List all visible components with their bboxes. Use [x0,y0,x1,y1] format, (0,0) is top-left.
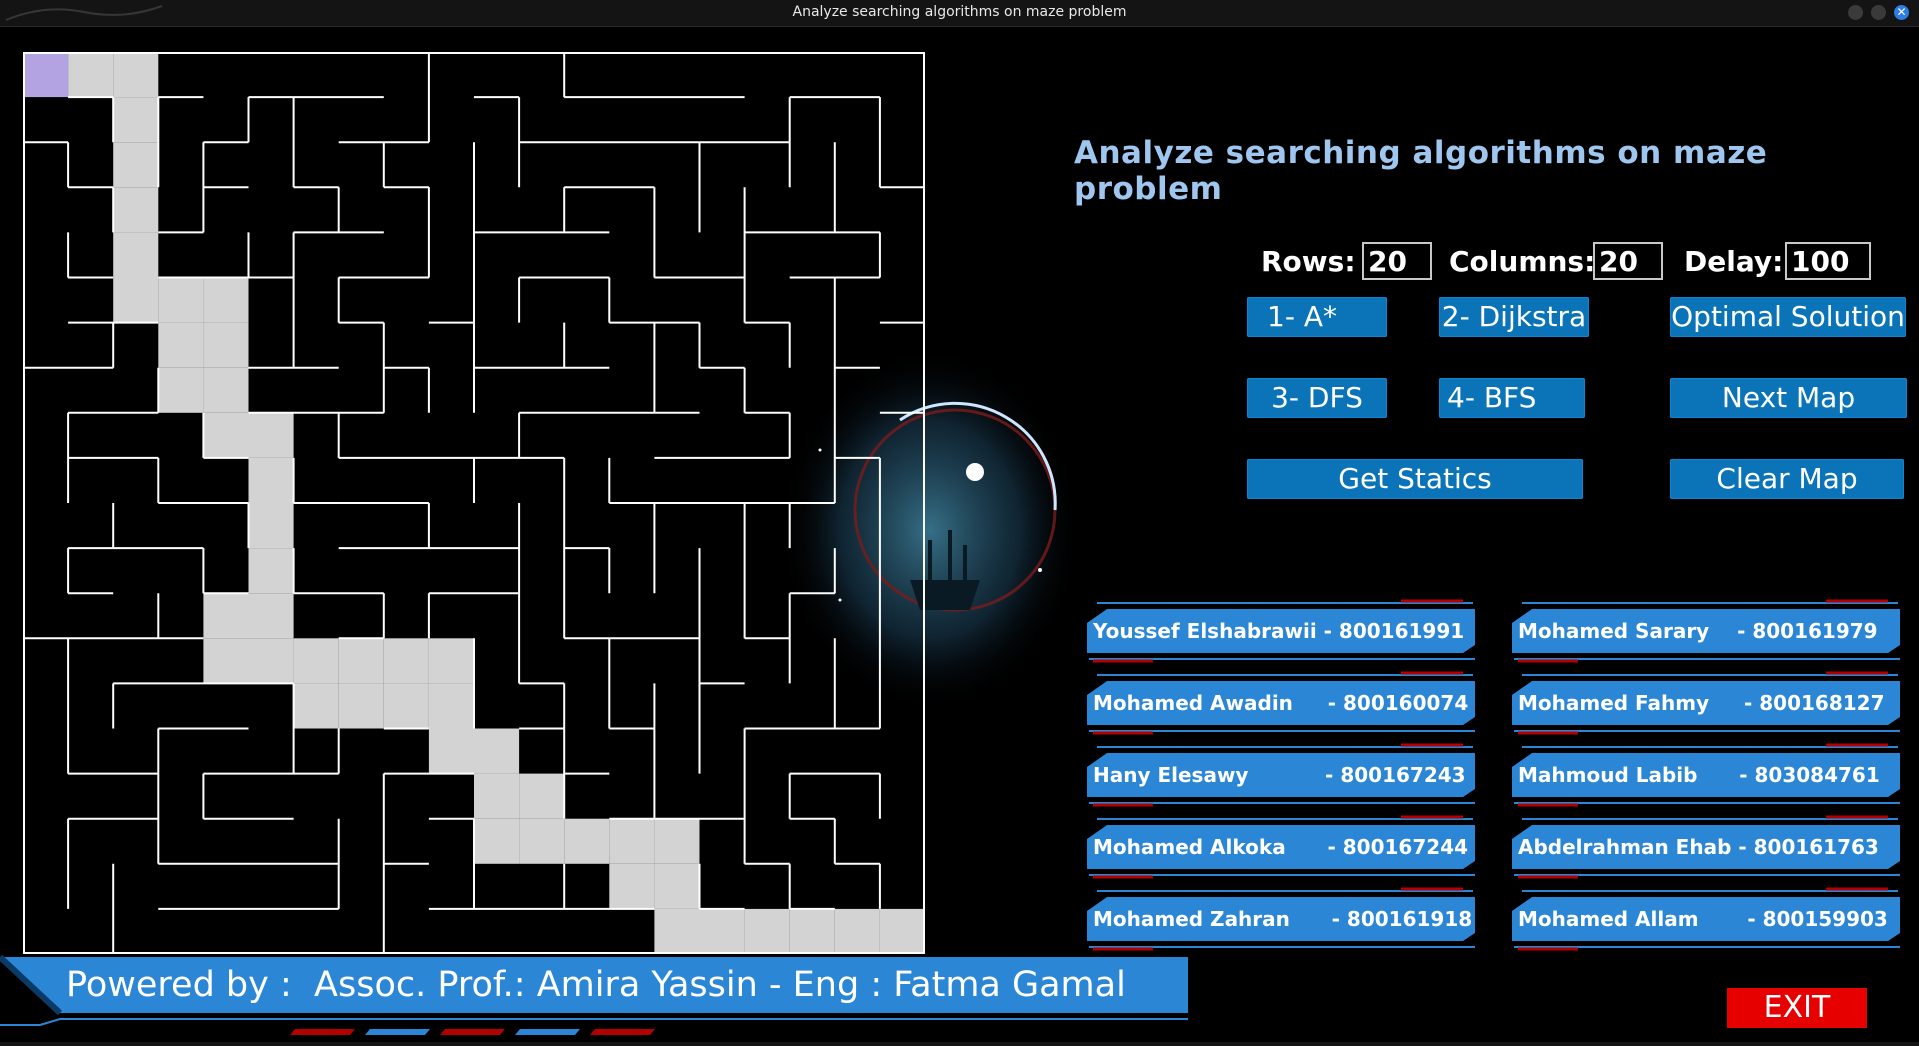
maze-path-cell [474,773,520,819]
maze-path-cell [744,908,790,954]
maze-path-cell [203,638,249,684]
rows-input[interactable] [1362,242,1432,280]
maze-path-cell [428,728,474,774]
maze-path-cell [428,638,474,684]
team-member-badge: Mohamed Awadin - 800160074 [1083,671,1475,735]
maze-path-cell [158,277,204,323]
maze-path-cell [834,908,880,954]
maze-path-cell [654,908,700,954]
team-member-badge: Mohamed Alkoka - 800167244 [1083,815,1475,879]
maze-path-cell [203,367,249,413]
maze-start-cell [23,52,69,98]
maze-path-cell [248,548,294,594]
team-member-name: Youssef Elshabrawii - 800161991 [1093,619,1465,643]
team-member-badge: Hany Elesawy - 800167243 [1083,743,1475,807]
maze-path-cell [519,773,565,819]
window-titlebar: Analyze searching algorithms on maze pro… [0,0,1919,27]
maze-path-cell [203,412,249,458]
astar-button[interactable]: 1- A* [1247,297,1387,337]
maze-path-cell [474,728,520,774]
maze-path-cell [113,187,159,233]
maze-path-cell [113,97,159,143]
maze-path-cell [609,818,655,864]
team-member-name: Mahmoud Labib - 803084761 [1518,763,1880,787]
maze-path-cell [609,863,655,909]
maze-path-cell [248,638,294,684]
maze-path-cell [113,232,159,278]
maze-path-cell [248,503,294,549]
maze-path-cell [699,908,745,954]
app-heading: Analyze searching algorithms on maze pro… [1074,135,1768,207]
maze-path-cell [564,818,610,864]
clear-map-button[interactable]: Clear Map [1670,459,1904,499]
maze-path-cell [113,52,159,98]
team-member-badge: Mohamed Fahmy - 800168127 [1508,671,1900,735]
maze-path-cell [68,52,114,98]
get-statics-button[interactable]: Get Statics [1247,459,1583,499]
maze-path-cell [383,638,429,684]
maze-path-cell [474,818,520,864]
minimize-window-button[interactable] [1848,5,1863,20]
team-member-name: Mohamed Alkoka - 800167244 [1093,835,1468,859]
exit-button[interactable]: EXIT [1727,988,1867,1028]
rows-label: Rows: [1261,245,1356,278]
dfs-button[interactable]: 3- DFS [1247,378,1387,418]
footer-credits: Powered by : Assoc. Prof.: Amira Yassin … [66,965,1126,1005]
team-member-name: Mohamed Fahmy - 800168127 [1518,691,1885,715]
maze-grid[interactable] [23,52,925,954]
maze-path-cell [248,412,294,458]
bfs-button[interactable]: 4- BFS [1439,378,1585,418]
maze-path-cell [428,683,474,729]
maze-path-cell [654,818,700,864]
maze-walls [23,52,925,954]
maze-path-cell [203,277,249,323]
maze-path-cell [203,322,249,368]
maze-path-cell [203,593,249,639]
maze-path-cell [789,908,835,954]
team-member-badge: Mahmoud Labib - 803084761 [1508,743,1900,807]
maze-path-cell [158,367,204,413]
team-member-badge: Mohamed Zahran - 800161918 [1083,887,1475,951]
window-bottom-border [0,1042,1919,1046]
maze-path-cell [383,683,429,729]
team-member-badge: Youssef Elshabrawii - 800161991 [1083,599,1475,663]
team-member-badge: Mohamed Sarary - 800161979 [1508,599,1900,663]
maze-path-cell [338,638,384,684]
delay-label: Delay: [1684,245,1784,278]
maze-path-cell [293,683,339,729]
team-member-name: Mohamed Sarary - 800161979 [1518,619,1878,643]
team-member-name: Abdelrahman Ehab - 800161763 [1518,835,1879,859]
window-title: Analyze searching algorithms on maze pro… [792,4,1127,20]
maze-path-cell [248,457,294,503]
delay-input[interactable] [1785,242,1871,280]
maze-path-cell [113,277,159,323]
dijkstra-button[interactable]: 2- Dijkstra [1439,297,1589,337]
next-map-button[interactable]: Next Map [1670,378,1907,418]
columns-input[interactable] [1593,242,1663,280]
team-member-name: Mohamed Awadin - 800160074 [1093,691,1469,715]
close-window-button[interactable]: ✕ [1894,5,1909,20]
maze-path-cell [248,593,294,639]
team-member-badge: Abdelrahman Ehab - 800161763 [1508,815,1900,879]
maximize-window-button[interactable] [1871,5,1886,20]
maze-path-cell [293,638,339,684]
maze-path-cell [654,863,700,909]
maze-path-cell [338,683,384,729]
columns-label: Columns: [1449,245,1596,278]
maze-path-cell [113,142,159,188]
maze-path-cell [879,908,925,954]
maze-path-cell [519,818,565,864]
optimal-solution-button[interactable]: Optimal Solution [1670,297,1906,337]
team-member-name: Mohamed Zahran - 800161918 [1093,907,1473,931]
team-member-badge: Mohamed Allam - 800159903 [1508,887,1900,951]
team-member-name: Hany Elesawy - 800167243 [1093,763,1466,787]
team-member-name: Mohamed Allam - 800159903 [1518,907,1888,931]
maze-path-cell [158,322,204,368]
